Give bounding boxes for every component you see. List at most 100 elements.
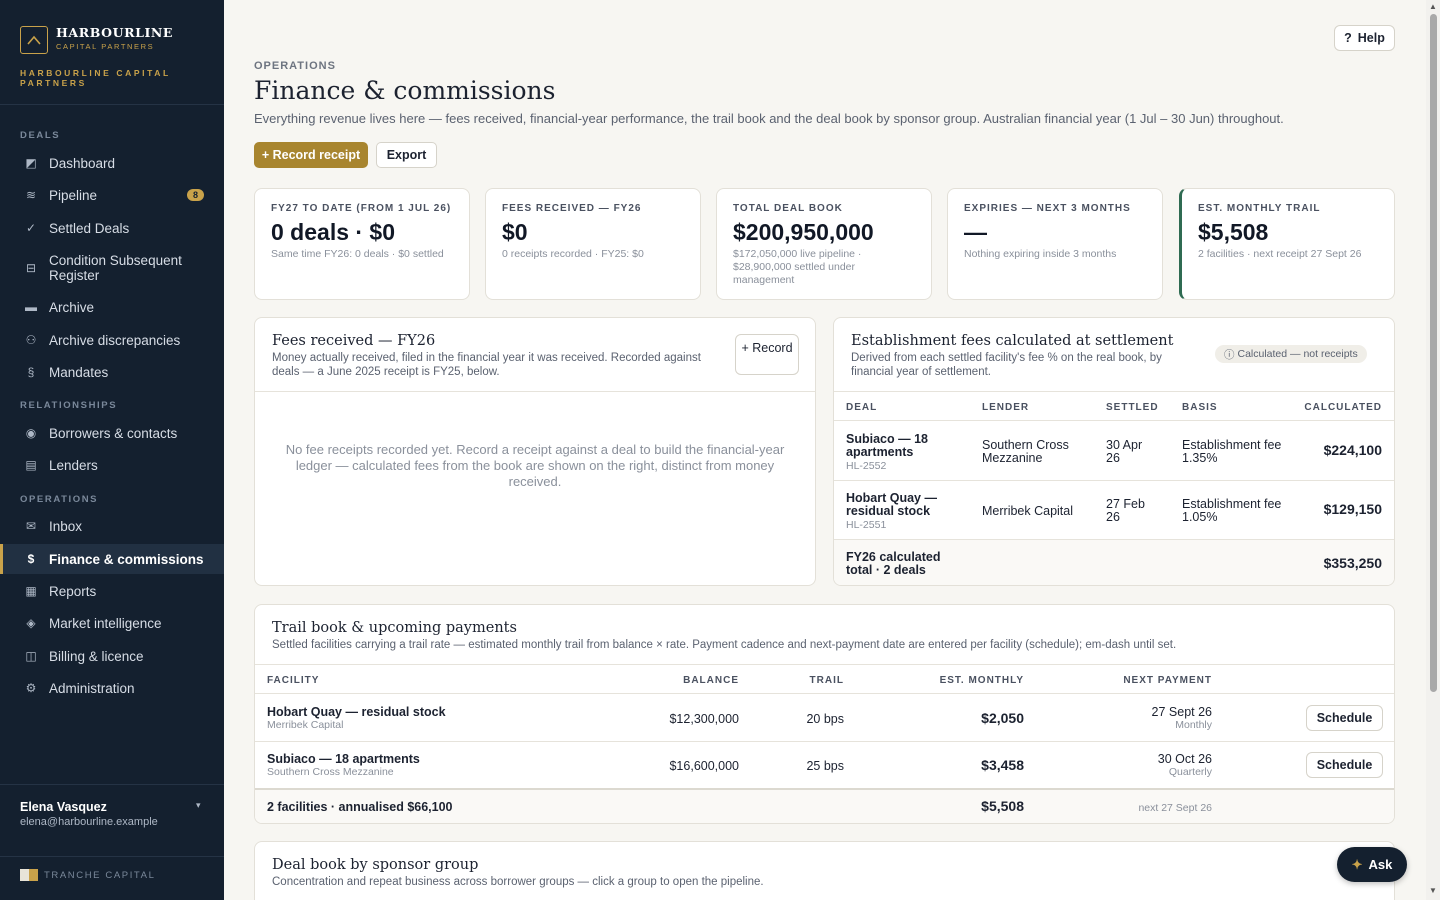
schedule-button[interactable]: Schedule	[1306, 752, 1383, 778]
deal-book-card: Deal book by sponsor group Concentration…	[254, 841, 1395, 900]
sidebar-item-label: Billing & licence	[49, 648, 144, 664]
kpi-value: 0 deals · $0	[271, 219, 396, 245]
sidebar-item-settled-deals[interactable]: ✓ Settled Deals	[0, 213, 224, 243]
table-divider	[255, 693, 1394, 694]
trail-next-payment: next 27 Sept 26	[1138, 802, 1212, 814]
payment-cadence: Monthly	[1175, 719, 1212, 731]
sidebar-item-dashboard[interactable]: ◩ Dashboard	[0, 148, 224, 178]
kpi-label: FY27 TO DATE (FROM 1 JUL 26)	[271, 203, 452, 214]
trail-rate: 25 bps	[806, 759, 844, 773]
ask-assistant-button[interactable]: ✦ Ask	[1337, 847, 1407, 882]
column-header-deal: DEAL	[846, 402, 878, 413]
market-icon: ◈	[26, 616, 36, 630]
sidebar-item-condition-subsequent-register[interactable]: ⊟ Condition Subsequent Register	[0, 251, 224, 285]
brand-logo[interactable]: HARBOURLINE CAPITAL PARTNERS	[20, 26, 173, 54]
ask-label: Ask	[1368, 857, 1393, 872]
deal-name[interactable]: Hobart Quay — residual stock	[846, 492, 956, 518]
register-icon: ⊟	[25, 260, 37, 275]
sidebar-item-label: Borrowers & contacts	[49, 425, 178, 441]
total-row: FY26 calculated total · 2 deals $353,250	[834, 540, 1394, 585]
pipeline-count-badge: 8	[186, 189, 204, 201]
sidebar-item-inbox[interactable]: ✉ Inbox	[0, 511, 224, 541]
kpi-card-expiries: EXPIRIES — NEXT 3 MONTHS — Nothing expir…	[947, 188, 1163, 300]
sidebar-item-pipeline[interactable]: ≋ Pipeline 8	[0, 180, 224, 210]
facility-balance: $12,300,000	[669, 712, 739, 726]
record-receipt-button[interactable]: + Record receipt	[254, 142, 368, 168]
trail-rate: 20 bps	[806, 712, 844, 726]
card-description: Money actually received, filed in the fi…	[272, 352, 701, 378]
facility-name[interactable]: Subiaco — 18 apartments	[267, 753, 420, 766]
settled-date: 27 Feb 26	[1106, 497, 1145, 524]
total-amount: $353,250	[1323, 555, 1382, 571]
sidebar-item-label: Lenders	[49, 457, 98, 473]
kpi-value: $5,508	[1198, 219, 1269, 245]
sidebar-item-label: Pipeline	[49, 187, 98, 203]
kpi-note: 0 receipts recorded · FY25: $0	[502, 248, 644, 260]
page-scrollbar[interactable]: ▲ ▼	[1426, 0, 1440, 900]
sidebar-divider	[0, 104, 224, 105]
sidebar-item-market-intelligence[interactable]: ◈ Market intelligence	[0, 608, 224, 638]
billing-icon: ◫	[25, 649, 37, 663]
kpi-value: —	[964, 219, 987, 245]
settled-date: 30 Apr 26	[1106, 438, 1143, 465]
column-header-calculated: CALCULATED	[1304, 402, 1382, 413]
next-payment-date: 27 Sept 26	[1151, 705, 1212, 719]
info-icon: ⓘ	[1224, 348, 1235, 361]
user-menu[interactable]: Elena Vasquez elena@harbourline.example	[20, 800, 158, 828]
sidebar-item-archive[interactable]: ▬ Archive	[0, 292, 224, 322]
help-icon: ?	[1344, 31, 1352, 45]
page-title: Finance & commissions	[254, 76, 556, 105]
sidebar-item-finance-commissions[interactable]: $ Finance & commissions	[0, 544, 224, 574]
sidebar-item-label: Reports	[49, 583, 97, 599]
schedule-button[interactable]: Schedule	[1306, 705, 1383, 731]
card-description: Settled facilities carrying a trail rate…	[272, 639, 1177, 651]
sidebar-item-administration[interactable]: ⚙ Administration	[0, 673, 224, 703]
sidebar-item-label: Market intelligence	[49, 615, 162, 631]
deal-name[interactable]: Subiaco — 18 apartments	[846, 433, 956, 459]
kpi-value: $0	[502, 219, 528, 245]
column-header-next-payment: NEXT PAYMENT	[1123, 675, 1212, 686]
lender-name: Merribek Capital	[982, 504, 1074, 518]
sidebar-item-billing-licence[interactable]: ◫ Billing & licence	[0, 641, 224, 671]
sidebar-item-lenders[interactable]: ▤ Lenders	[0, 450, 224, 480]
scroll-down-arrow-icon[interactable]: ▼	[1429, 886, 1437, 895]
archive-icon: ▬	[25, 300, 37, 314]
card-divider	[255, 391, 815, 392]
chevron-down-icon[interactable]: ▾	[196, 800, 201, 811]
tranche-capital-footer: TRANCHE CAPITAL	[20, 869, 155, 881]
kpi-card-fy27: FY27 TO DATE (FROM 1 JUL 26) 0 deals · $…	[254, 188, 470, 300]
sidebar-item-mandates[interactable]: § Mandates	[0, 357, 224, 387]
facility-balance: $16,600,000	[669, 759, 739, 773]
sidebar-item-label: Mandates	[49, 364, 109, 380]
column-header-trail: TRAIL	[809, 675, 844, 686]
kpi-note: 2 facilities · next receipt 27 Sept 26	[1198, 248, 1362, 260]
sidebar-item-archive-discrepancies[interactable]: ⚇ Archive discrepancies	[0, 325, 224, 355]
brand-long: HARBOURLINE CAPITAL PARTNERS	[20, 68, 171, 88]
kpi-label: FEES RECEIVED — FY26	[502, 203, 642, 214]
sidebar-item-reports[interactable]: ▦ Reports	[0, 576, 224, 606]
facility-name[interactable]: Hobart Quay — residual stock	[267, 706, 446, 719]
card-divider	[255, 664, 1394, 665]
trail-book-card: Trail book & upcoming payments Settled f…	[254, 604, 1395, 824]
sidebar-item-borrowers-contacts[interactable]: ◉ Borrowers & contacts	[0, 418, 224, 448]
contacts-icon: ◉	[25, 426, 37, 440]
trail-total-monthly: $5,508	[981, 798, 1024, 814]
calculated-status-badge: ⓘ Calculated — not receipts	[1215, 345, 1367, 363]
export-button[interactable]: Export	[376, 142, 437, 168]
payment-cadence: Quarterly	[1168, 766, 1212, 778]
column-header-facility: FACILITY	[267, 675, 320, 686]
scroll-up-arrow-icon[interactable]: ▲	[1429, 2, 1437, 11]
kpi-card-total-deal-book: TOTAL DEAL BOOK $200,950,000 $172,050,00…	[716, 188, 932, 300]
scrollbar-thumb[interactable]	[1430, 14, 1437, 692]
pipeline-icon: ≋	[25, 188, 37, 202]
mandates-icon: §	[27, 365, 35, 379]
fees-received-card: Fees received — FY26 Money actually rece…	[254, 317, 816, 586]
sidebar: HARBOURLINE CAPITAL PARTNERS HARBOURLINE…	[0, 0, 224, 900]
column-header-balance: BALANCE	[683, 675, 739, 686]
record-fee-button[interactable]: + Record	[735, 334, 799, 375]
user-email: elena@harbourline.example	[20, 816, 158, 828]
help-button[interactable]: ? Help	[1334, 25, 1395, 51]
kpi-note: Same time FY26: 0 deals · $0 settled	[271, 248, 444, 260]
kpi-label: EXPIRIES — NEXT 3 MONTHS	[964, 203, 1131, 214]
section-label-deals: DEALS	[20, 130, 61, 141]
